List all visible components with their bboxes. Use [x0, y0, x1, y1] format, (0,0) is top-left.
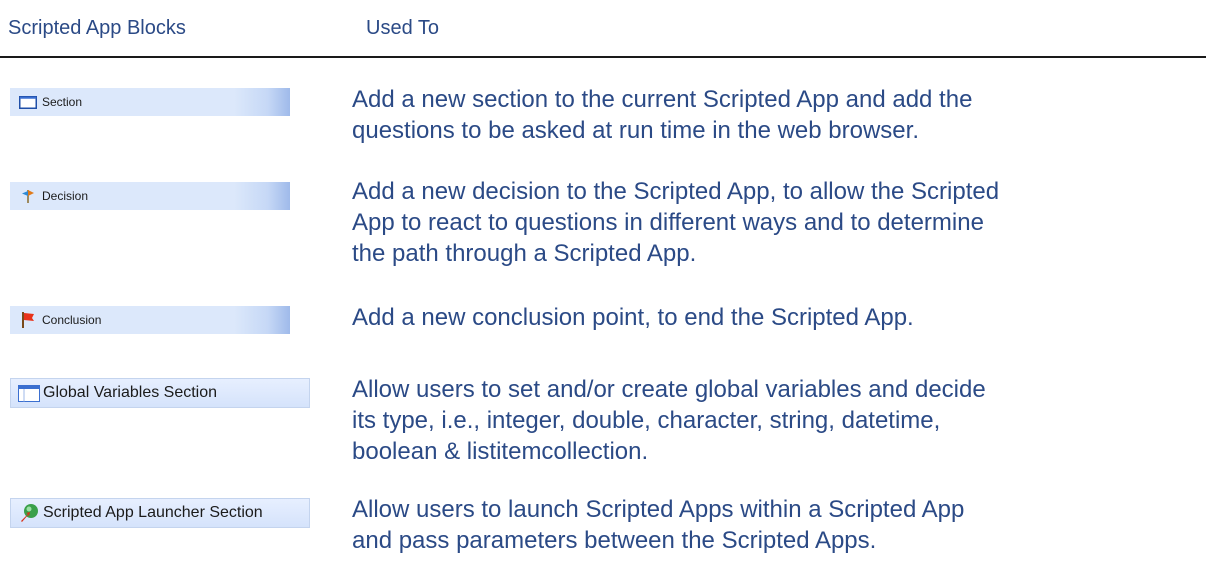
scripted-app-launcher-block-button[interactable]: Scripted App Launcher Section [10, 498, 310, 528]
header-scripted-app-blocks: Scripted App Blocks [8, 17, 186, 39]
section-block-label: Section [42, 95, 83, 109]
global-variables-block-description: Allow users to set and/or create global … [352, 376, 986, 465]
section-block-description: Add a new section to the current Scripte… [352, 86, 973, 144]
decision-block-description: Add a new decision to the Scripted App, … [352, 178, 1000, 267]
section-icon [17, 93, 39, 111]
section-block-button[interactable]: Section [10, 88, 290, 116]
decision-block-label: Decision [42, 189, 89, 203]
decision-icon [17, 187, 39, 205]
global-variables-block-label: Global Variables Section [43, 384, 218, 401]
conclusion-block-button[interactable]: Conclusion [10, 306, 290, 334]
conclusion-block-description: Add a new conclusion point, to end the S… [352, 304, 914, 331]
window-icon [18, 384, 40, 402]
decision-block-button[interactable]: Decision [10, 182, 290, 210]
global-variables-block-button[interactable]: Global Variables Section [10, 378, 310, 408]
launcher-icon [18, 504, 40, 522]
flag-icon [17, 311, 39, 329]
header-used-to: Used To [366, 17, 440, 39]
scripted-app-launcher-block-description: Allow users to launch Scripted Apps with… [352, 496, 965, 554]
scripted-app-launcher-block-label: Scripted App Launcher Section [43, 504, 263, 521]
conclusion-block-label: Conclusion [42, 313, 102, 327]
table-header: Scripted App Blocks Used To [0, 0, 1206, 58]
